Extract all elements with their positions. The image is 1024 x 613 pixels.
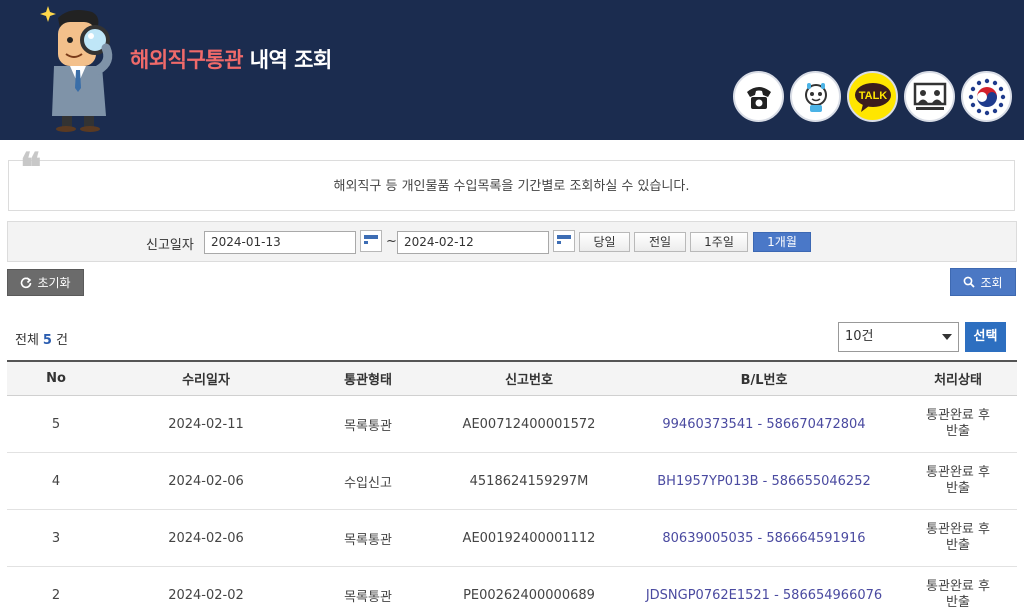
page-title-rest: 내역 조회	[242, 48, 333, 72]
total-unit: 건	[55, 333, 68, 348]
cell-type: 수입신고	[344, 475, 392, 491]
table-row: 5 2024-02-11 목록통관 AE00712400001572 99460…	[7, 396, 1017, 453]
end-date-input[interactable]: 2024-02-12	[397, 231, 549, 254]
chevron-down-icon	[942, 334, 952, 340]
phone-icon[interactable]	[733, 71, 784, 122]
column-header-bl-no: B/L번호	[740, 373, 788, 388]
cell-bl-link[interactable]: 80639005035 - 586664591916	[629, 510, 899, 566]
column-header-status: 처리상태	[934, 373, 982, 388]
quick-1week-button[interactable]: 1주일	[690, 232, 748, 252]
reset-label: 초기화	[37, 276, 71, 290]
cell-type: 목록통관	[344, 532, 392, 548]
total-number: 5	[42, 333, 52, 348]
cell-date: 2024-02-02	[168, 587, 244, 603]
refresh-icon	[21, 276, 32, 288]
gov-emblem-icon[interactable]	[961, 71, 1012, 122]
quote-icon: ❝	[20, 144, 42, 191]
column-header-date: 수리일자	[182, 373, 230, 388]
table-row: 3 2024-02-06 목록통관 AE00192400001112 80639…	[7, 510, 1017, 567]
quick-yesterday-button[interactable]: 전일	[634, 232, 686, 252]
date-range-separator: ~	[386, 234, 397, 249]
kakao-talk-icon[interactable]: TALK	[847, 71, 898, 122]
cell-bl-link[interactable]: BH1957YP013B - 586655046252	[629, 453, 899, 509]
table-row: 2 2024-02-02 목록통관 PE00262400000689 JDSNG…	[7, 567, 1017, 613]
total-label: 전체	[15, 333, 39, 348]
cell-decl-no: AE00712400001572	[462, 416, 596, 432]
mascot-inspector-icon	[40, 6, 113, 132]
search-icon	[964, 276, 976, 288]
column-header-decl-no: 신고번호	[505, 373, 553, 388]
header-banner: 해외직구통관 내역 조회 TALK	[0, 0, 1024, 140]
page-title-accent: 해외직구통관	[130, 48, 243, 72]
page-size-select[interactable]: 10건	[838, 322, 959, 352]
cell-date: 2024-02-06	[168, 473, 244, 489]
chatbot-icon[interactable]	[790, 71, 841, 122]
cell-bl-link[interactable]: JDSNGP0762E1521 - 586654966076	[629, 567, 899, 613]
column-header-no: No	[46, 371, 66, 386]
table-row: 4 2024-02-06 수입신고 4518624159297M BH1957Y…	[7, 453, 1017, 510]
presentation-icon[interactable]	[904, 71, 955, 122]
cell-type: 목록통관	[344, 589, 392, 605]
cell-no: 2	[51, 587, 61, 603]
cell-bl-link[interactable]: 99460373541 - 586670472804	[629, 396, 899, 452]
column-header-type: 통관형태	[344, 373, 392, 388]
start-calendar-icon[interactable]	[360, 230, 382, 252]
cell-decl-no: AE00192400001112	[462, 530, 596, 546]
search-label: 조회	[980, 275, 1003, 290]
cell-no: 4	[51, 473, 61, 489]
start-date-input[interactable]: 2024-01-13	[204, 231, 356, 254]
cell-status: 통관완료 후 반출	[926, 408, 990, 439]
cell-no: 3	[51, 530, 61, 546]
page-size-apply-button[interactable]: 선택	[965, 322, 1006, 352]
cell-no: 5	[51, 416, 61, 432]
info-box: 해외직구 등 개인물품 수입목록을 기간별로 조회하실 수 있습니다.	[8, 160, 1015, 211]
quick-today-button[interactable]: 당일	[579, 232, 630, 252]
total-count: 전체 5 건	[15, 329, 68, 348]
cell-status: 통관완료 후 반출	[926, 522, 990, 553]
cell-status: 통관완료 후 반출	[926, 579, 990, 610]
cell-type: 목록통관	[344, 418, 392, 434]
kakao-talk-label: TALK	[858, 90, 887, 102]
info-text: 해외직구 등 개인물품 수입목록을 기간별로 조회하실 수 있습니다.	[333, 179, 690, 194]
cell-status: 통관완료 후 반출	[926, 465, 990, 496]
cell-date: 2024-02-06	[168, 530, 244, 546]
cell-decl-no: 4518624159297M	[469, 473, 589, 489]
reset-button[interactable]: 초기화	[7, 269, 84, 296]
cell-decl-no: PE00262400000689	[463, 587, 595, 603]
table-header: No 수리일자 통관형태 신고번호 B/L번호 처리상태	[7, 362, 1017, 396]
date-filter-bar: 신고일자 2024-01-13 ~ 2024-02-12 당일 전일 1주일 1…	[7, 221, 1017, 262]
quick-service-icons: TALK	[733, 71, 1012, 122]
search-button[interactable]: 조회	[950, 268, 1016, 296]
page-size-value: 10건	[845, 329, 874, 344]
results-table: No 수리일자 통관형태 신고번호 B/L번호 처리상태 5 2024-02-1…	[7, 360, 1017, 613]
quick-1month-button[interactable]: 1개월	[753, 232, 811, 252]
cell-date: 2024-02-11	[168, 416, 244, 432]
filter-label: 신고일자	[146, 238, 194, 253]
end-calendar-icon[interactable]	[553, 230, 575, 252]
page-title: 해외직구통관 내역 조회	[130, 44, 332, 74]
